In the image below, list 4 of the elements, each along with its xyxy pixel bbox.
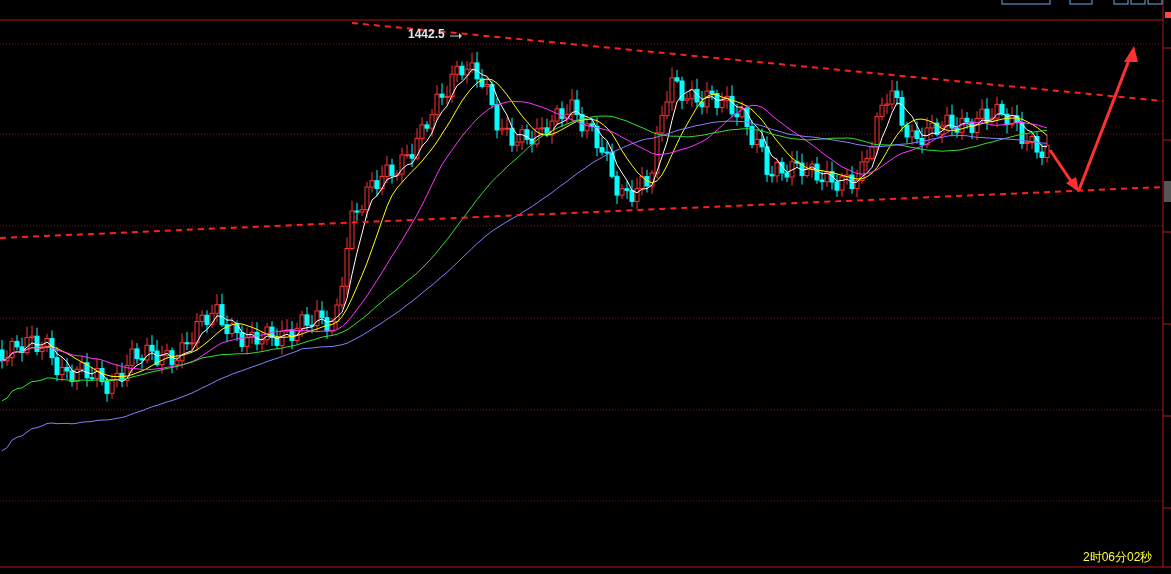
countdown-timer: 2时06分02秒: [1083, 551, 1153, 563]
price-marker: [1164, 181, 1171, 202]
high-price-label: 1442.5: [408, 28, 445, 40]
high-marker-arrow: [449, 33, 462, 39]
